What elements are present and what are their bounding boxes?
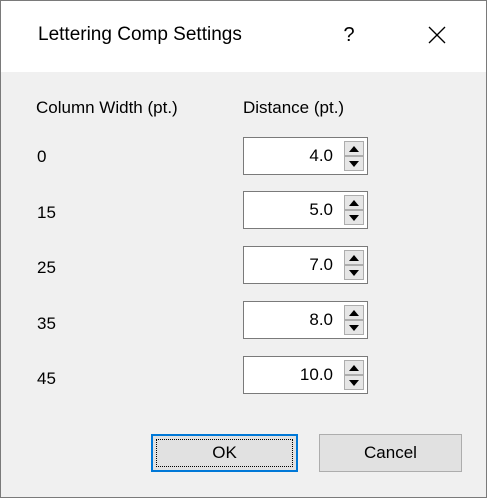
spin-arrows [344,360,364,390]
row-width-label: 0 [37,147,47,166]
spin-arrows [344,305,364,335]
row-width-label: 35 [37,314,56,333]
increment-button[interactable] [344,250,364,265]
distance-value[interactable]: 8.0 [244,302,339,338]
arrow-up-icon [349,200,359,206]
distance-value[interactable]: 4.0 [244,138,339,174]
cancel-button[interactable]: Cancel [319,434,462,472]
decrement-button[interactable] [344,210,364,225]
row-width-label: 15 [37,203,56,222]
distance-value[interactable]: 5.0 [244,192,339,228]
distance-spinbox[interactable]: 4.0 [243,137,368,175]
increment-button[interactable] [344,360,364,375]
increment-button[interactable] [344,305,364,320]
distance-header: Distance (pt.) [243,98,345,117]
distance-value[interactable]: 7.0 [244,247,339,283]
column-width-header: Column Width (pt.) [36,98,178,117]
arrow-up-icon [349,255,359,261]
arrow-up-icon [349,365,359,371]
spin-arrows [344,250,364,280]
spin-arrows [344,195,364,225]
arrow-down-icon [349,215,359,221]
distance-value[interactable]: 10.0 [244,357,339,393]
distance-spinbox[interactable]: 10.0 [243,356,368,394]
close-icon [428,26,446,44]
close-button[interactable] [415,15,459,55]
distance-spinbox[interactable]: 5.0 [243,191,368,229]
increment-button[interactable] [344,141,364,156]
arrow-down-icon [349,380,359,386]
distance-spinbox[interactable]: 8.0 [243,301,368,339]
decrement-button[interactable] [344,156,364,171]
decrement-button[interactable] [344,265,364,280]
row-width-label: 25 [37,258,56,277]
arrow-down-icon [349,325,359,331]
lettering-comp-settings-dialog: Lettering Comp Settings ? Column Width (… [0,0,487,498]
ok-button-label: OK [212,443,237,462]
spin-arrows [344,141,364,171]
decrement-button[interactable] [344,375,364,390]
arrow-down-icon [349,270,359,276]
help-button[interactable]: ? [329,16,369,54]
arrow-up-icon [349,310,359,316]
arrow-down-icon [349,161,359,167]
increment-button[interactable] [344,195,364,210]
dialog-title: Lettering Comp Settings [38,24,242,45]
ok-button[interactable]: OK [151,434,298,472]
title-bar: Lettering Comp Settings ? [1,1,486,72]
distance-spinbox[interactable]: 7.0 [243,246,368,284]
arrow-up-icon [349,146,359,152]
row-width-label: 45 [37,369,56,388]
decrement-button[interactable] [344,320,364,335]
